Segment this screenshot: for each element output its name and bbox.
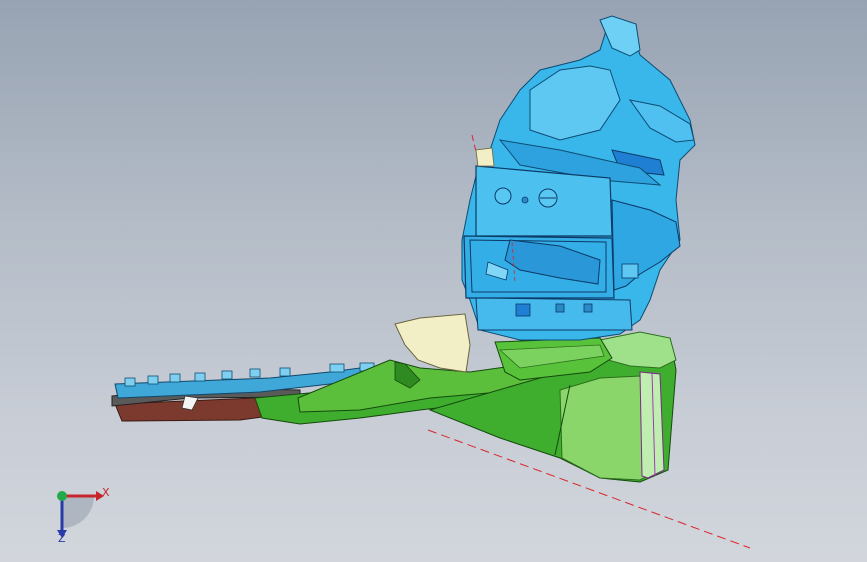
- cream-panel: [394, 313, 471, 373]
- main-blue-housing: [461, 15, 696, 341]
- coordinate-triad: X Z: [44, 478, 114, 548]
- z-axis-label: Z: [58, 532, 66, 545]
- model-view[interactable]: [0, 0, 867, 562]
- round-port-1: [494, 187, 512, 205]
- x-axis-label: X: [102, 486, 110, 499]
- cream-tab: [475, 147, 495, 167]
- cad-viewport[interactable]: X Z: [0, 0, 867, 562]
